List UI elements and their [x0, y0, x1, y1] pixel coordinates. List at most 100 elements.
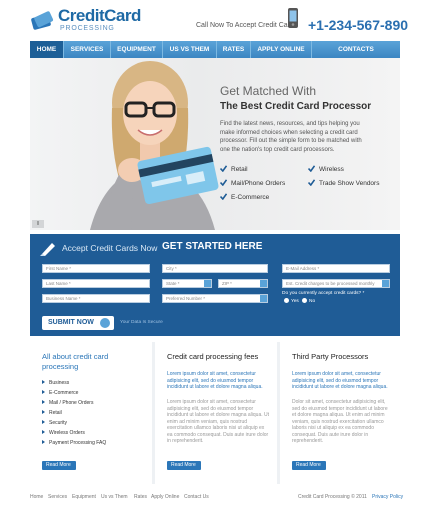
bullet-arrow-icon [42, 440, 45, 444]
mobile-phone-icon [288, 8, 298, 28]
logo[interactable]: CreditCard PROCESSING [30, 6, 160, 36]
column-lead: Lorem ipsum dolor sit amet, consectetur … [292, 371, 388, 390]
column-third-party-processors: Third Party Processors Lorem ipsum dolor… [280, 342, 400, 484]
column-lead: Lorem ipsum dolor sit amet, consectetur … [167, 371, 263, 390]
list-item[interactable]: Business [42, 380, 69, 386]
form-heading: Accept Credit Cards Now [62, 243, 158, 253]
first-name-field[interactable]: First Name * [42, 264, 150, 273]
feature-trade-show: Trade Show Vendors [308, 179, 379, 187]
column-title: All about credit card processing [42, 352, 109, 371]
radio-no[interactable]: No [302, 298, 315, 304]
check-icon [220, 165, 227, 172]
nav-apply-online[interactable]: APPLY ONLINE [251, 41, 312, 58]
list-item[interactable]: Wireless Orders [42, 430, 85, 436]
arrow-right-icon [100, 318, 110, 328]
hero-subtitle: The Best Credit Card Processor [220, 101, 372, 112]
city-field[interactable]: City * [162, 264, 268, 273]
footer-link-home[interactable]: Home [30, 494, 43, 500]
hero-banner: Get Matched With The Best Credit Card Pr… [30, 58, 400, 230]
privacy-policy-link[interactable]: Privacy Policy [372, 494, 403, 500]
nav-equipment[interactable]: EQUIPMENT [111, 41, 163, 58]
nav-home[interactable]: HOME [30, 41, 64, 58]
header: CreditCard PROCESSING Call Now To Accept… [0, 0, 430, 40]
email-field[interactable]: E-Mail Address * [282, 264, 390, 273]
feature-label: Wireless [319, 166, 344, 173]
read-more-button[interactable]: Read More [42, 461, 76, 470]
radio-yes[interactable]: Yes [284, 298, 299, 304]
monthly-volume-select[interactable]: Est. Credit charges to be processed mont… [282, 279, 390, 288]
list-item-label: Payment Processing FAQ [49, 440, 107, 446]
nav-services[interactable]: SERVICES [64, 41, 111, 58]
list-item[interactable]: Retail [42, 410, 62, 416]
hero-title: Get Matched With [220, 84, 317, 98]
feature-label: Mail/Phone Orders [231, 180, 286, 187]
bullet-arrow-icon [42, 380, 45, 384]
signup-form-band: Accept Credit Cards Now GET STARTED HERE… [30, 234, 400, 336]
check-icon [308, 179, 315, 186]
pen-icon [40, 243, 55, 256]
accept-cards-question: Do you currently accept credit cards? * [282, 291, 365, 296]
bullet-arrow-icon [42, 390, 45, 394]
bullet-arrow-icon [42, 400, 45, 404]
hero-description: Find the latest news, resources, and tip… [220, 121, 362, 153]
column-credit-card-processing: All about credit card processing Busines… [30, 342, 152, 484]
column-body: Lorem ipsum dolor sit amet, consectetur … [167, 399, 270, 444]
footer-link-equipment[interactable]: Equipment [72, 494, 96, 500]
nav-us-vs-them[interactable]: US VS THEM [163, 41, 217, 58]
list-item[interactable]: E-Commerce [42, 390, 78, 396]
footer-link-apply-online[interactable]: Apply Online [151, 494, 179, 500]
bullet-arrow-icon [42, 410, 45, 414]
credit-card-logo-icon [31, 11, 54, 30]
feature-retail: Retail [220, 165, 248, 173]
zip-field[interactable]: ZIP * [218, 279, 268, 288]
list-item[interactable]: Mail / Phone Orders [42, 400, 93, 406]
radio-no-label: No [309, 299, 316, 304]
logo-title: CreditCard [58, 6, 141, 25]
main-nav: HOME SERVICES EQUIPMENT US VS THEM RATES… [30, 41, 400, 58]
bullet-arrow-icon [42, 420, 45, 424]
column-processing-fees: Credit card processing fees Lorem ipsum … [155, 342, 277, 484]
column-body: Dolor sit amet, consectetur adipisicing … [292, 399, 388, 444]
check-icon [308, 165, 315, 172]
secure-note: Your Data Is Secure [120, 320, 163, 325]
list-item-label: Retail [49, 410, 62, 416]
footer: Home Services Equipment Us vs Them Rates… [30, 494, 403, 504]
list-item-label: Wireless Orders [49, 430, 85, 436]
list-item-label: Security [49, 420, 68, 426]
last-name-field[interactable]: Last Name * [42, 279, 150, 288]
feature-ecommerce: E-Commerce [220, 193, 269, 201]
check-icon [220, 193, 227, 200]
list-item-label: Business [49, 380, 70, 386]
submit-label: SUBMIT NOW [48, 319, 94, 326]
list-item-label: Mail / Phone Orders [49, 400, 94, 406]
preferred-number-field[interactable]: Preferred Number * [162, 294, 268, 303]
footer-link-us-vs-them[interactable]: Us vs Them [101, 494, 128, 500]
footer-link-services[interactable]: Services [48, 494, 67, 500]
list-item[interactable]: Security [42, 420, 67, 426]
check-icon [220, 179, 227, 186]
phone-number[interactable]: +1-234-567-890 [308, 17, 408, 33]
form-heading-strong: GET STARTED HERE [162, 241, 263, 252]
feature-wireless: Wireless [308, 165, 344, 173]
radio-dot-icon [302, 298, 307, 303]
read-more-button[interactable]: Read More [292, 461, 326, 470]
feature-label: Trade Show Vendors [319, 180, 380, 187]
list-item[interactable]: Payment Processing FAQ [42, 440, 106, 446]
read-more-button[interactable]: Read More [167, 461, 201, 470]
column-title: Credit card processing fees [167, 352, 259, 361]
hero-woman-holding-card-image [90, 61, 219, 230]
logo-subtitle: PROCESSING [60, 25, 115, 32]
nav-contacts[interactable]: CONTACTS [312, 41, 400, 58]
nav-rates[interactable]: RATES [217, 41, 251, 58]
business-name-field[interactable]: Business Name * [42, 294, 150, 303]
radio-yes-label: Yes [291, 299, 299, 304]
list-item-label: E-Commerce [49, 390, 79, 396]
feature-mail-phone: Mail/Phone Orders [220, 179, 285, 187]
footer-link-contact-us[interactable]: Contact Us [184, 494, 209, 500]
slider-pause-button[interactable]: II [32, 220, 44, 228]
call-now-label: Call Now To Accept Credit Cards [196, 22, 298, 29]
state-select[interactable]: State * [162, 279, 212, 288]
footer-link-rates[interactable]: Rates [134, 494, 147, 500]
submit-button[interactable]: SUBMIT NOW [42, 316, 114, 330]
copyright: Credit Card Processing © 2011 [298, 494, 367, 500]
